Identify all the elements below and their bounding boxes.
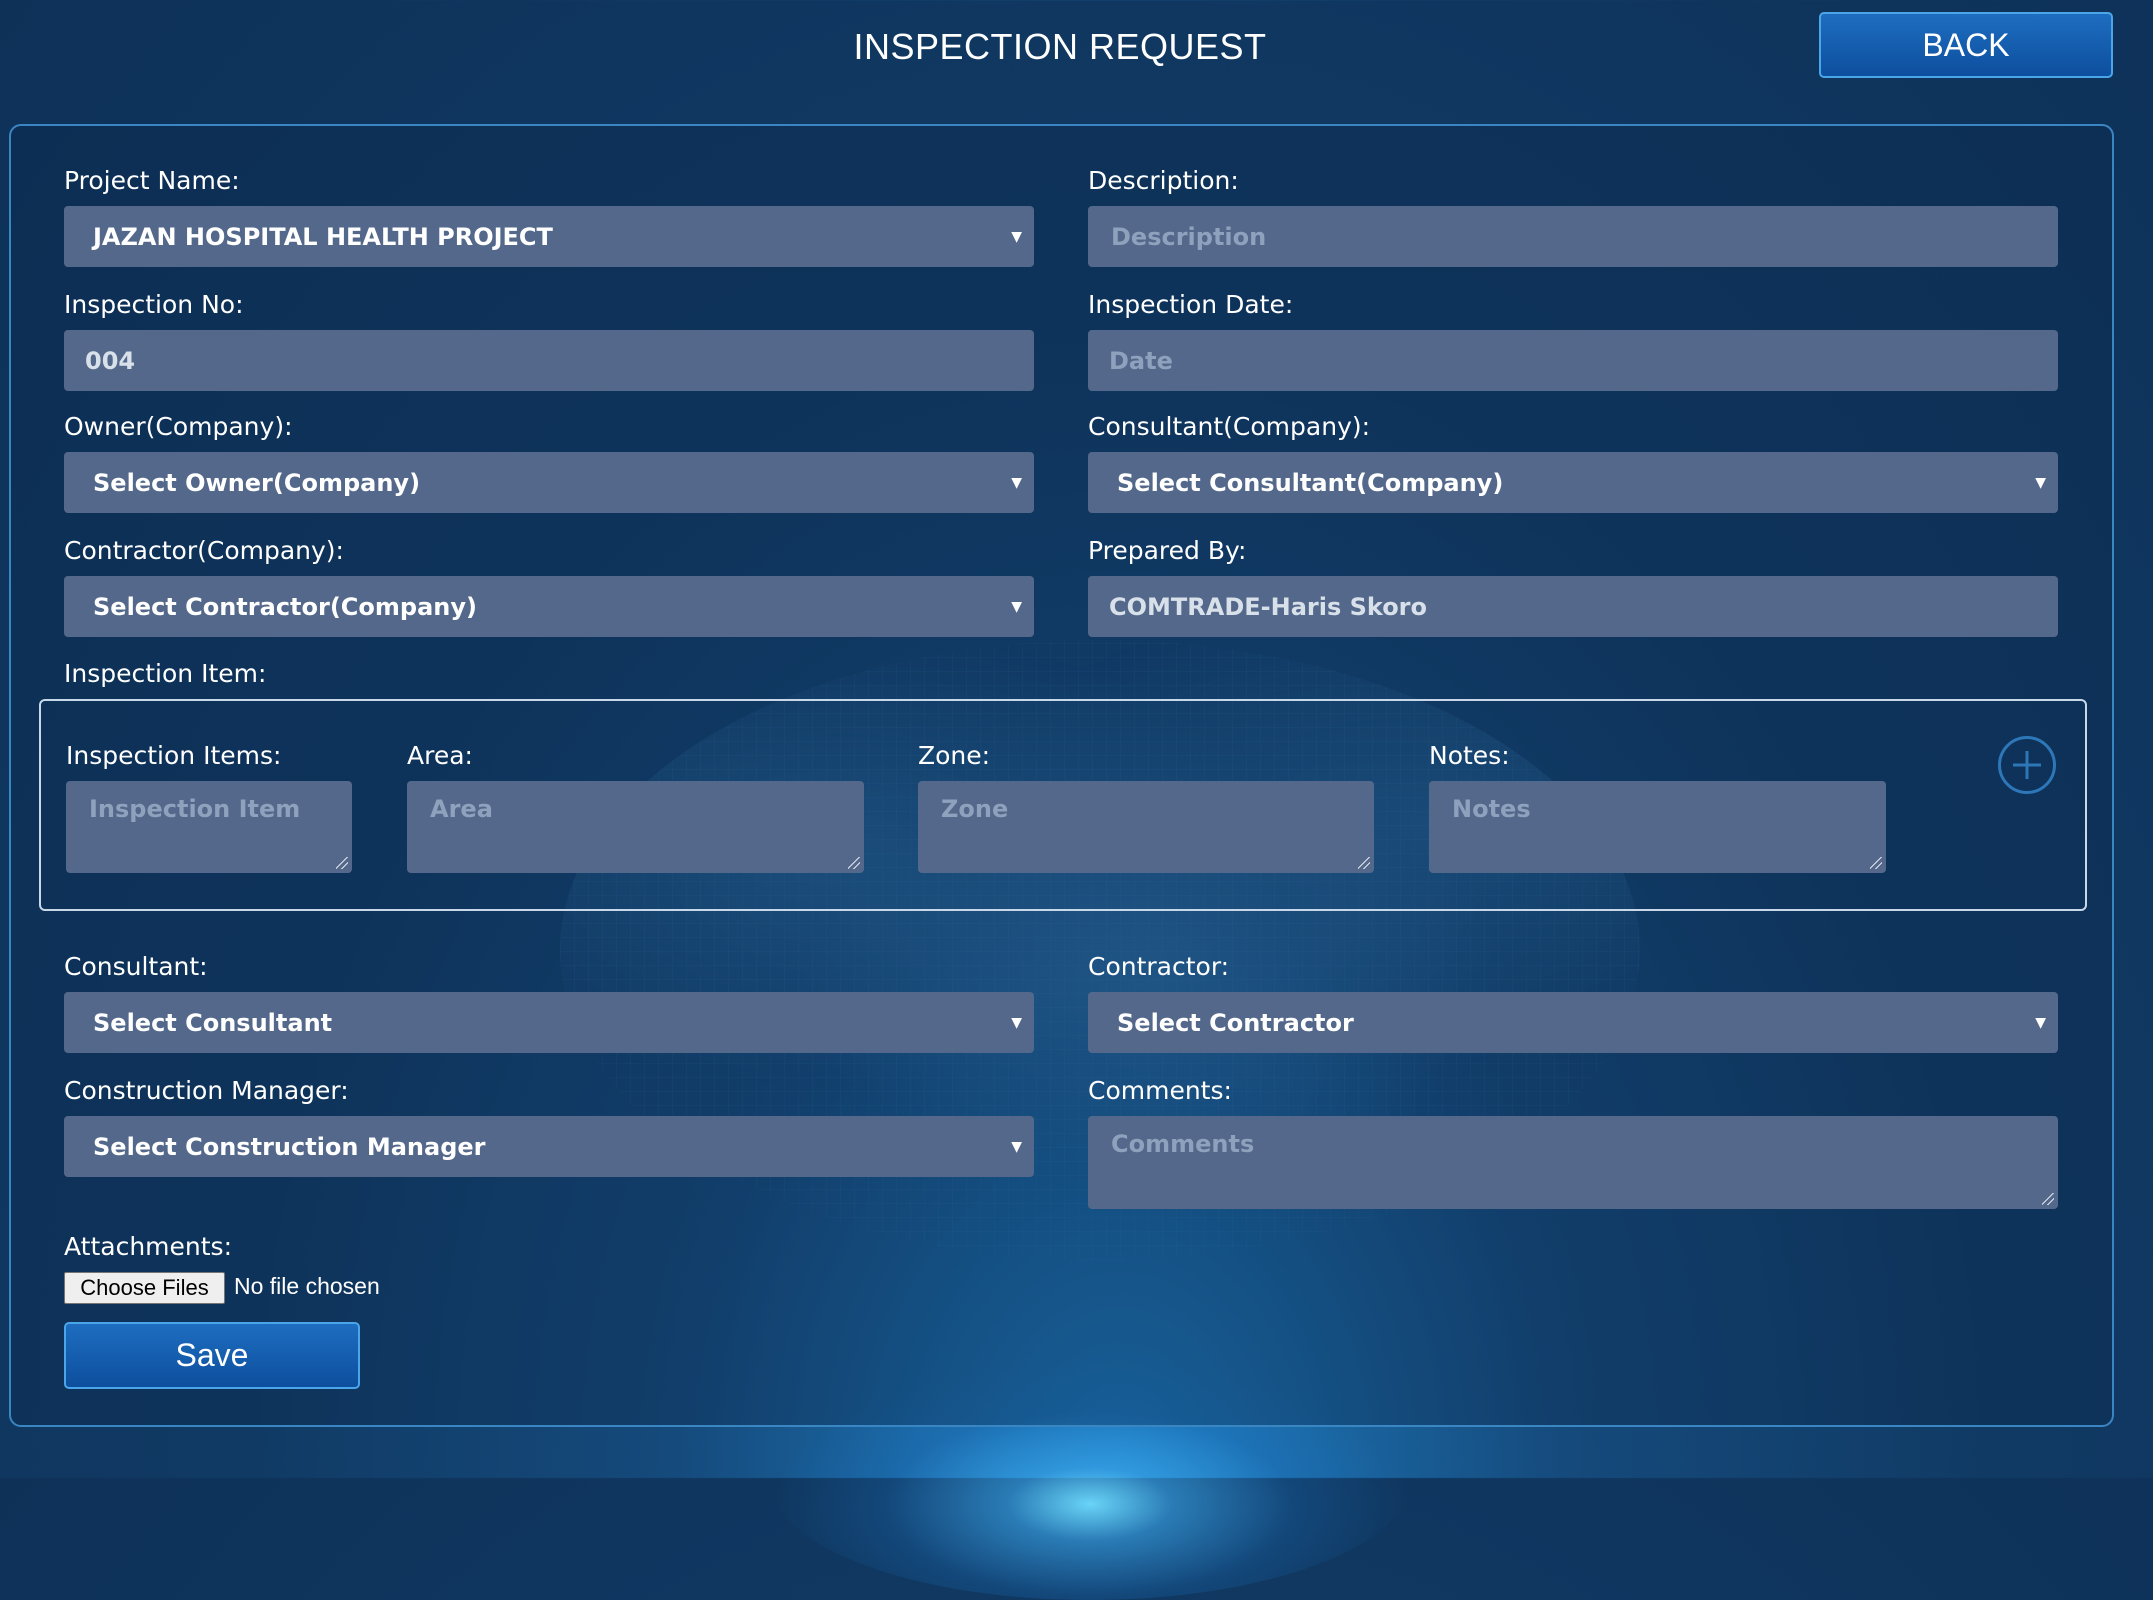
area-label: Area: — [407, 741, 473, 770]
inspection-items-label: Inspection Items: — [66, 741, 282, 770]
resize-handle-icon[interactable] — [2042, 1193, 2054, 1205]
project-name-select[interactable]: JAZAN HOSPITAL HEALTH PROJECT ▼ — [64, 206, 1034, 267]
back-button[interactable]: BACK — [1819, 12, 2113, 78]
zone-label: Zone: — [918, 741, 991, 770]
notes-label: Notes: — [1429, 741, 1510, 770]
page-title: INSPECTION REQUEST — [853, 26, 1267, 67]
consultant-value: Select Consultant — [93, 1008, 333, 1037]
area-textarea[interactable]: Area — [407, 781, 864, 873]
prepared-by-value: COMTRADE-Haris Skoro — [1109, 592, 1427, 621]
resize-handle-icon[interactable] — [1358, 857, 1370, 869]
caret-down-icon: ▼ — [1011, 598, 1022, 615]
notes-placeholder: Notes — [1452, 795, 1531, 823]
owner-company-label: Owner(Company): — [64, 412, 293, 441]
zone-textarea[interactable]: Zone — [918, 781, 1374, 873]
contractor-select[interactable]: Select Contractor ▼ — [1088, 992, 2058, 1053]
construction-manager-label: Construction Manager: — [64, 1076, 349, 1105]
inspection-item-textarea[interactable]: Inspection Item — [66, 781, 352, 873]
description-label: Description: — [1088, 166, 1239, 195]
consultant-company-select[interactable]: Select Consultant(Company) ▼ — [1088, 452, 2058, 513]
contractor-value: Select Contractor — [1117, 1008, 1354, 1037]
consultant-company-label: Consultant(Company): — [1088, 412, 1371, 441]
attachments-label: Attachments: — [64, 1232, 233, 1261]
resize-handle-icon[interactable] — [336, 857, 348, 869]
description-input[interactable]: Description — [1088, 206, 2058, 267]
inspection-item-section-label: Inspection Item: — [64, 659, 267, 688]
inspection-no-value: 004 — [85, 346, 136, 375]
construction-manager-value: Select Construction Manager — [93, 1132, 486, 1161]
owner-company-value: Select Owner(Company) — [93, 468, 421, 497]
consultant-select[interactable]: Select Consultant ▼ — [64, 992, 1034, 1053]
contractor-company-label: Contractor(Company): — [64, 536, 344, 565]
comments-label: Comments: — [1088, 1076, 1232, 1105]
comments-textarea[interactable]: Comments — [1088, 1116, 2058, 1209]
consultant-company-value: Select Consultant(Company) — [1117, 468, 1504, 497]
add-item-button[interactable] — [1998, 736, 2056, 794]
caret-down-icon: ▼ — [1011, 1138, 1022, 1155]
inspection-date-input[interactable]: Date — [1088, 330, 2058, 391]
contractor-label: Contractor: — [1088, 952, 1230, 981]
inspection-no-input[interactable]: 004 — [64, 330, 1034, 391]
comments-placeholder: Comments — [1111, 1130, 1255, 1158]
project-name-value: JAZAN HOSPITAL HEALTH PROJECT — [93, 222, 553, 251]
resize-handle-icon[interactable] — [848, 857, 860, 869]
area-placeholder: Area — [430, 795, 493, 823]
save-button[interactable]: Save — [64, 1322, 360, 1389]
caret-down-icon: ▼ — [1011, 474, 1022, 491]
contractor-company-value: Select Contractor(Company) — [93, 592, 477, 621]
description-placeholder: Description — [1111, 222, 1267, 251]
inspection-item-placeholder: Inspection Item — [89, 795, 301, 823]
choose-files-button[interactable]: Choose Files — [64, 1272, 225, 1304]
contractor-company-select[interactable]: Select Contractor(Company) ▼ — [64, 576, 1034, 637]
inspection-no-label: Inspection No: — [64, 290, 244, 319]
plus-circle-icon — [2013, 751, 2041, 779]
inspection-date-placeholder: Date — [1109, 346, 1173, 375]
caret-down-icon: ▼ — [2035, 474, 2046, 491]
caret-down-icon: ▼ — [1011, 1014, 1022, 1031]
owner-company-select[interactable]: Select Owner(Company) ▼ — [64, 452, 1034, 513]
caret-down-icon: ▼ — [1011, 228, 1022, 245]
zone-placeholder: Zone — [941, 795, 1009, 823]
construction-manager-select[interactable]: Select Construction Manager ▼ — [64, 1116, 1034, 1177]
file-status-text: No file chosen — [234, 1273, 380, 1299]
prepared-by-label: Prepared By: — [1088, 536, 1247, 565]
resize-handle-icon[interactable] — [1870, 857, 1882, 869]
prepared-by-input: COMTRADE-Haris Skoro — [1088, 576, 2058, 637]
inspection-date-label: Inspection Date: — [1088, 290, 1294, 319]
notes-textarea[interactable]: Notes — [1429, 781, 1886, 873]
consultant-label: Consultant: — [64, 952, 208, 981]
caret-down-icon: ▼ — [2035, 1014, 2046, 1031]
project-name-label: Project Name: — [64, 166, 240, 195]
